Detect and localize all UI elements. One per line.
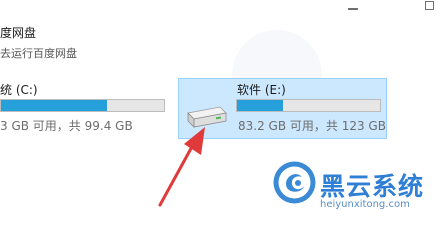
drive-c-usage-fill [1,100,107,111]
minimize-button[interactable] [348,8,358,10]
brand-name: 黑云系统 [320,172,425,201]
drive-e-usage-fill [237,100,283,111]
maximize-button[interactable] [425,1,434,10]
drive-c-label[interactable]: 统 (C:) [0,81,38,98]
brand-url: heiyunxitong.com [320,199,410,210]
logo-icon [273,161,316,204]
baidu-netdisk-title[interactable]: 度网盘 [0,24,36,41]
drive-c-usage-bar [0,99,165,112]
drive-e-usage-bar [236,99,381,112]
drive-c-free-space: 3 GB 可用，共 99.4 GB [0,119,133,133]
drive-e-label[interactable]: 软件 (E:) [237,81,286,98]
red-arrow-icon [158,127,205,207]
drive-e-free-space: 83.2 GB 可用，共 123 GB [238,119,386,133]
baidu-netdisk-subtitle: 去运行百度网盘 [0,47,77,60]
